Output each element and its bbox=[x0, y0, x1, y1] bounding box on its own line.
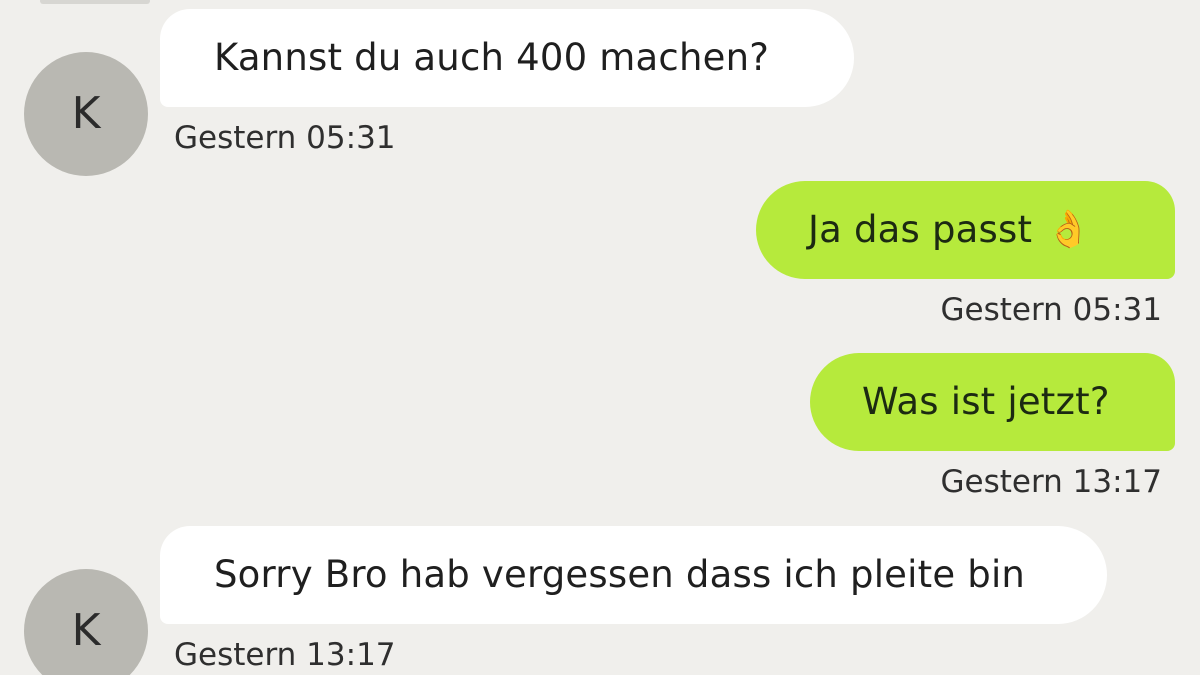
message-timestamp: Gestern 13:17 bbox=[174, 637, 396, 673]
scroll-edge-hint bbox=[40, 0, 150, 4]
message-text: Sorry Bro hab vergessen dass ich pleite … bbox=[214, 553, 1026, 596]
ok-hand-emoji-icon: 👌 bbox=[1046, 209, 1092, 250]
message-text: Ja das passt bbox=[808, 208, 1033, 251]
message-timestamp: Gestern 13:17 bbox=[940, 464, 1162, 500]
chat-thread: K Kannst du auch 400 machen? Gestern 05:… bbox=[0, 0, 1200, 675]
message-bubble-outgoing[interactable]: Ja das passt 👌 bbox=[756, 181, 1175, 279]
message-timestamp: Gestern 05:31 bbox=[940, 292, 1162, 328]
avatar[interactable]: K bbox=[24, 569, 148, 675]
avatar-initial: K bbox=[71, 605, 101, 656]
message-bubble-incoming[interactable]: Sorry Bro hab vergessen dass ich pleite … bbox=[160, 526, 1107, 624]
message-bubble-incoming[interactable]: Kannst du auch 400 machen? bbox=[160, 9, 854, 107]
avatar-initial: K bbox=[71, 88, 101, 139]
avatar[interactable]: K bbox=[24, 52, 148, 176]
message-timestamp: Gestern 05:31 bbox=[174, 120, 396, 156]
message-text: Kannst du auch 400 machen? bbox=[214, 36, 770, 79]
message-bubble-outgoing[interactable]: Was ist jetzt? bbox=[810, 353, 1175, 451]
message-text: Was ist jetzt? bbox=[862, 380, 1110, 423]
